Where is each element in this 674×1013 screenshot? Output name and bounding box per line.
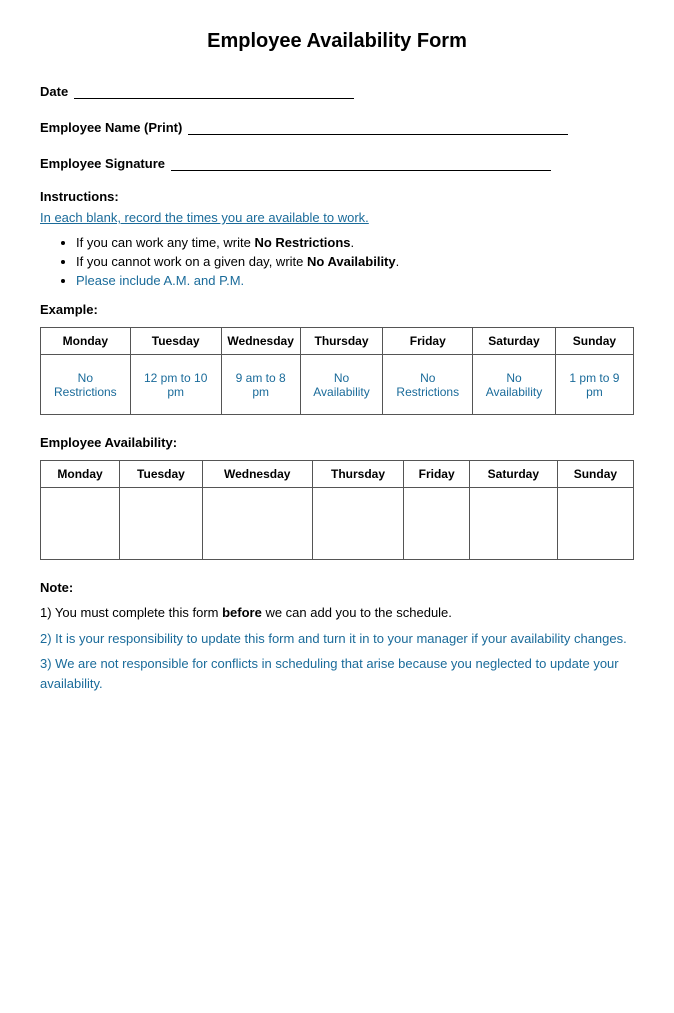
av-monday[interactable] <box>41 488 120 560</box>
instructions-intro: In each blank, record the times you are … <box>40 210 634 225</box>
av-tuesday[interactable] <box>120 488 203 560</box>
availability-data-row <box>41 488 634 560</box>
note-label: Note: <box>40 580 634 595</box>
av-wednesday[interactable] <box>202 488 312 560</box>
example-table: Monday Tuesday Wednesday Thursday Friday… <box>40 327 634 415</box>
availability-header-row: Monday Tuesday Wednesday Thursday Friday… <box>41 461 634 488</box>
instructions-label: Instructions: <box>40 189 634 204</box>
bullet-2: If you cannot work on a given day, write… <box>76 254 634 269</box>
ex-header-saturday: Saturday <box>473 328 556 355</box>
availability-table: Monday Tuesday Wednesday Thursday Friday… <box>40 460 634 560</box>
ex-header-monday: Monday <box>41 328 131 355</box>
example-label: Example: <box>40 302 634 317</box>
av-header-thursday: Thursday <box>312 461 404 488</box>
ex-thursday: No Availability <box>300 355 383 415</box>
availability-label: Employee Availability: <box>40 435 634 450</box>
ex-wednesday: 9 am to 8 pm <box>221 355 300 415</box>
ex-header-wednesday: Wednesday <box>221 328 300 355</box>
ex-sunday: 1 pm to 9 pm <box>555 355 633 415</box>
ex-header-thursday: Thursday <box>300 328 383 355</box>
name-line <box>188 117 568 135</box>
signature-field-row: Employee Signature <box>40 153 634 171</box>
ex-header-friday: Friday <box>383 328 473 355</box>
av-friday[interactable] <box>404 488 470 560</box>
note-3: 3) We are not responsible for conflicts … <box>40 654 634 693</box>
ex-saturday: No Availability <box>473 355 556 415</box>
note-1: 1) You must complete this form before we… <box>40 603 634 623</box>
av-saturday[interactable] <box>469 488 557 560</box>
ex-friday: No Restrictions <box>383 355 473 415</box>
name-label: Employee Name (Print) <box>40 120 182 135</box>
signature-label: Employee Signature <box>40 156 165 171</box>
example-header-row: Monday Tuesday Wednesday Thursday Friday… <box>41 328 634 355</box>
page-title: Employee Availability Form <box>40 30 634 53</box>
signature-line <box>171 153 551 171</box>
av-header-friday: Friday <box>404 461 470 488</box>
date-line <box>74 81 354 99</box>
example-data-row: No Restrictions 12 pm to 10 pm 9 am to 8… <box>41 355 634 415</box>
ex-monday: No Restrictions <box>41 355 131 415</box>
av-thursday[interactable] <box>312 488 404 560</box>
date-field-row: Date <box>40 81 634 99</box>
note-section: Note: 1) You must complete this form bef… <box>40 580 634 693</box>
av-header-wednesday: Wednesday <box>202 461 312 488</box>
note-2: 2) It is your responsibility to update t… <box>40 629 634 649</box>
av-header-saturday: Saturday <box>469 461 557 488</box>
ex-tuesday: 12 pm to 10 pm <box>130 355 221 415</box>
bullet-3: Please include A.M. and P.M. <box>76 273 634 288</box>
ex-header-sunday: Sunday <box>555 328 633 355</box>
date-label: Date <box>40 84 68 99</box>
name-field-row: Employee Name (Print) <box>40 117 634 135</box>
av-header-tuesday: Tuesday <box>120 461 203 488</box>
instructions-bullets: If you can work any time, write No Restr… <box>76 235 634 288</box>
av-header-monday: Monday <box>41 461 120 488</box>
av-header-sunday: Sunday <box>557 461 633 488</box>
ex-header-tuesday: Tuesday <box>130 328 221 355</box>
bullet-1: If you can work any time, write No Restr… <box>76 235 634 250</box>
av-sunday[interactable] <box>557 488 633 560</box>
